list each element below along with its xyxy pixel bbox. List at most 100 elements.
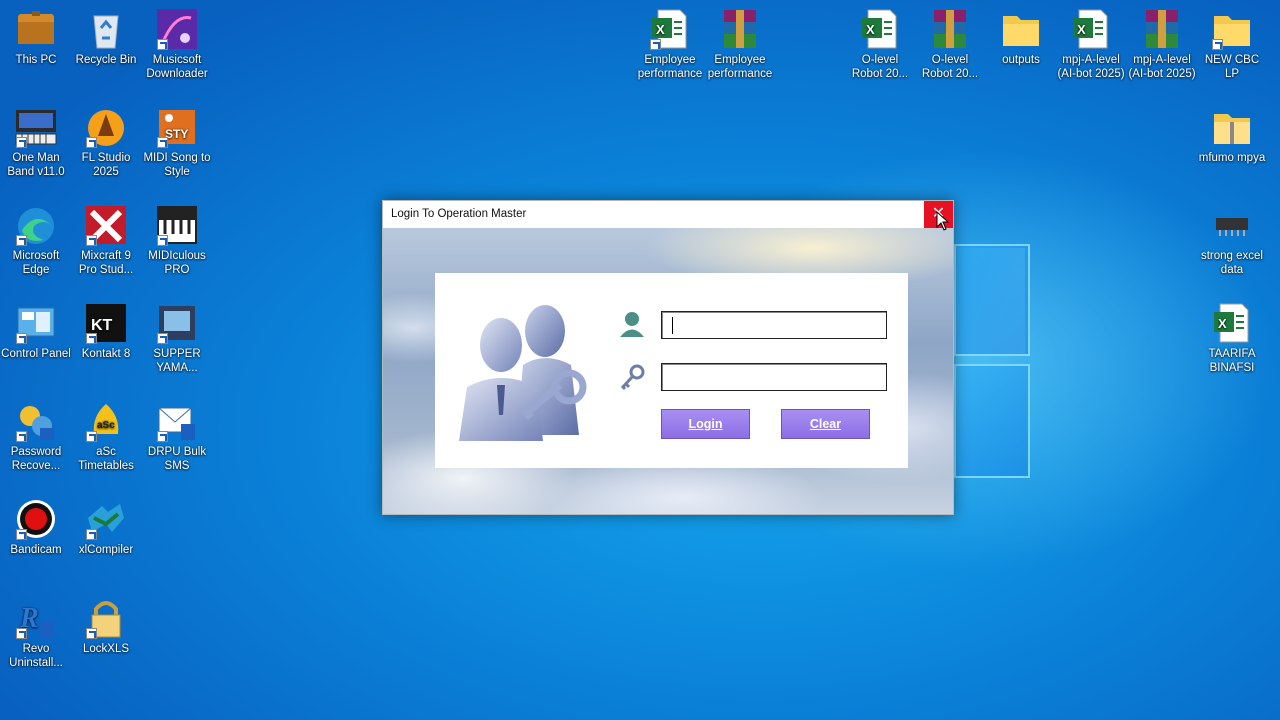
- desktop-icon[interactable]: outputs: [986, 8, 1056, 67]
- sky-background: Login Clear: [383, 228, 953, 514]
- logo-pane-bottom: [954, 364, 1030, 478]
- desktop-icon[interactable]: Bandicam: [1, 498, 71, 557]
- desktop-icon[interactable]: KT Kontakt 8: [71, 302, 141, 361]
- one-man-band-icon: [14, 106, 58, 148]
- shortcut-arrow-icon: [157, 39, 168, 50]
- desktop-icon-label: MIDI Song to Style: [143, 152, 211, 178]
- desktop-icon-label: This PC: [15, 54, 57, 66]
- password-recovery-icon: [14, 400, 58, 442]
- winrar-archive-icon: [718, 8, 762, 50]
- shortcut-arrow-icon: [16, 628, 27, 639]
- desktop-icon[interactable]: X O-level Robot 20...: [845, 8, 915, 81]
- shortcut-arrow-icon: [86, 628, 97, 639]
- password-input[interactable]: [661, 363, 887, 391]
- desktop-icon[interactable]: SUPPER YAMA...: [142, 302, 212, 375]
- svg-text:X: X: [866, 22, 875, 37]
- fl-studio-icon: [84, 106, 128, 148]
- desktop-icon[interactable]: Password Recove...: [1, 400, 71, 473]
- desktop-icon-label: Musicsoft Downloader: [146, 54, 208, 80]
- logo-pane-top: [954, 244, 1030, 356]
- desktop-icon[interactable]: NEW CBC LP: [1197, 8, 1267, 81]
- desktop-icon-label: LockXLS: [82, 643, 130, 655]
- revo-uninstaller-icon: R: [14, 597, 58, 639]
- musicsoft-icon: [155, 8, 199, 50]
- asc-timetables-icon: aSc: [84, 400, 128, 442]
- midi-song-icon: STY: [155, 106, 199, 148]
- desktop-icon-label: MIDIculous PRO: [148, 250, 206, 276]
- desktop-icon-label: Revo Uninstall...: [9, 643, 63, 669]
- shortcut-arrow-icon: [86, 529, 97, 540]
- bandicam-icon: [14, 498, 58, 540]
- desktop-icon[interactable]: Microsoft Edge: [1, 204, 71, 277]
- shortcut-arrow-icon: [16, 235, 27, 246]
- desktop-icon-label: outputs: [1002, 54, 1040, 66]
- desktop-icon-label: O-level Robot 20...: [921, 54, 979, 80]
- desktop-icon[interactable]: Xmpj-A-level (AI-bot 2025): [1056, 8, 1126, 81]
- desktop-icon-label: SUPPER YAMA...: [153, 348, 201, 374]
- desktop-icon-label: DRPU Bulk SMS: [147, 446, 207, 472]
- excel-file-icon: X: [648, 8, 692, 50]
- desktop-icon[interactable]: mpj-A-level (AI-bot 2025): [1127, 8, 1197, 81]
- desktop-icon[interactable]: mfumo mpya: [1197, 106, 1267, 165]
- desktop-icon[interactable]: xlCompiler: [71, 498, 141, 557]
- desktop-icon[interactable]: Mixcraft 9 Pro Stud...: [71, 204, 141, 277]
- desktop-icon[interactable]: Recycle Bin: [71, 8, 141, 67]
- desktop-icon-label: mpj-A-level (AI-bot 2025): [1128, 54, 1196, 80]
- desktop-icon[interactable]: STY MIDI Song to Style: [142, 106, 212, 179]
- clear-button[interactable]: Clear: [781, 409, 870, 439]
- desktop-icon-label: O-level Robot 20...: [851, 54, 909, 80]
- desktop-icon-label: mpj-A-level (AI-bot 2025): [1057, 54, 1125, 80]
- desktop-icon[interactable]: strong excel data: [1197, 204, 1267, 277]
- excel-file-icon: X: [1069, 8, 1113, 50]
- chip-icon: [1210, 204, 1254, 246]
- text-caret: [672, 317, 673, 334]
- desktop-icon-label: TAARIFA BINAFSI: [1208, 348, 1256, 374]
- desktop-icon[interactable]: Employee performance: [705, 8, 775, 81]
- desktop-icon-label: NEW CBC LP: [1204, 54, 1260, 80]
- shortcut-arrow-icon: [16, 431, 27, 442]
- supper-yama-icon: [155, 302, 199, 344]
- desktop-icon[interactable]: One Man Band v11.0: [1, 106, 71, 179]
- this-pc-icon: [14, 8, 58, 50]
- desktop-icon-label: Bandicam: [10, 544, 62, 556]
- desktop-icon[interactable]: MIDIculous PRO: [142, 204, 212, 277]
- desktop-icon-label: mfumo mpya: [1198, 152, 1266, 164]
- desktop-icon[interactable]: X TAARIFA BINAFSI: [1197, 302, 1267, 375]
- midiculous-icon: [155, 204, 199, 246]
- username-input[interactable]: [661, 311, 887, 339]
- desktop-icon[interactable]: O-level Robot 20...: [915, 8, 985, 81]
- folder-icon: [1210, 8, 1254, 50]
- mixcraft-icon: [84, 204, 128, 246]
- shortcut-arrow-icon: [86, 235, 97, 246]
- login-dialog: Login To Operation Master ✕: [382, 200, 954, 515]
- desktop-icon-label: Password Recove...: [10, 446, 62, 472]
- svg-text:X: X: [1218, 316, 1227, 331]
- xlcompiler-icon: [84, 498, 128, 540]
- shortcut-arrow-icon: [650, 39, 661, 50]
- shortcut-arrow-icon: [1212, 39, 1223, 50]
- desktop-icon-label: Employee performance: [707, 54, 773, 80]
- desktop-icon[interactable]: aSc aSc Timetables: [71, 400, 141, 473]
- login-panel: Login Clear: [435, 273, 908, 468]
- desktop-icon[interactable]: Control Panel: [1, 302, 71, 361]
- desktop-icon-label: strong excel data: [1200, 250, 1263, 276]
- desktop-icon[interactable]: FL Studio 2025: [71, 106, 141, 179]
- lockxls-icon: [84, 597, 128, 639]
- winrar-archive-icon: [1140, 8, 1184, 50]
- desktop-icon-label: Mixcraft 9 Pro Stud...: [78, 250, 134, 276]
- desktop-icon[interactable]: LockXLS: [71, 597, 141, 656]
- shortcut-arrow-icon: [157, 235, 168, 246]
- desktop-icon[interactable]: R Revo Uninstall...: [1, 597, 71, 670]
- kontakt-icon: KT: [84, 302, 128, 344]
- shortcut-arrow-icon: [86, 137, 97, 148]
- svg-text:aSc: aSc: [97, 420, 115, 431]
- shortcut-arrow-icon: [16, 137, 27, 148]
- desktop-icon[interactable]: DRPU Bulk SMS: [142, 400, 212, 473]
- desktop-icon[interactable]: Musicsoft Downloader: [142, 8, 212, 81]
- winrar-archive-icon: [928, 8, 972, 50]
- desktop-icon[interactable]: This PC: [1, 8, 71, 67]
- desktop-icon[interactable]: X Employee performance: [635, 8, 705, 81]
- dialog-titlebar[interactable]: Login To Operation Master ✕: [383, 201, 953, 228]
- shortcut-arrow-icon: [86, 333, 97, 344]
- login-button[interactable]: Login: [661, 409, 750, 439]
